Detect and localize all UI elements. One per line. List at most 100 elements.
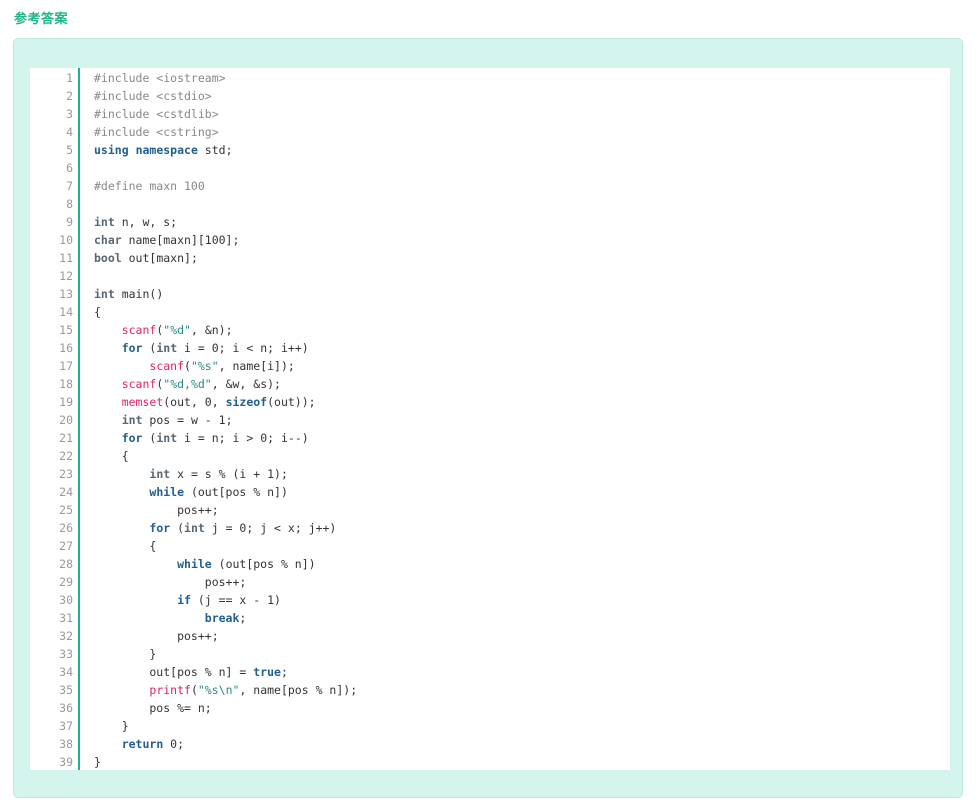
code-line: 13 int main() <box>30 285 950 303</box>
code-line: 11 bool out[maxn]; <box>30 249 950 267</box>
code-token: main() <box>114 287 164 301</box>
answer-heading: 参考答案 <box>14 12 69 27</box>
code-token: { <box>94 539 157 553</box>
line-code: #define maxn 100 <box>94 177 205 195</box>
code-token: } <box>94 719 129 733</box>
code-token: ( <box>142 431 157 445</box>
code-line: 7 #define maxn 100 <box>30 177 950 195</box>
code-line: 22 { <box>30 447 950 465</box>
line-number: 35 <box>59 683 73 697</box>
code-token: ; <box>239 611 247 625</box>
code-token: out[pos % n] = <box>94 665 254 679</box>
code-token: out[maxn]; <box>121 251 198 265</box>
code-line: 9 int n, w, s; <box>30 213 950 231</box>
code-line: 19 memset(out, 0, sizeof(out)); <box>30 393 950 411</box>
code-token: , &w, &s); <box>211 377 281 391</box>
line-code: char name[maxn][100]; <box>94 231 239 249</box>
code-token: ( <box>184 359 191 373</box>
code-line: 18 scanf("%d,%d", &w, &s); <box>30 375 950 393</box>
code-line: 33 } <box>30 645 950 663</box>
line-number: 22 <box>59 449 73 463</box>
code-token: { <box>94 305 101 319</box>
code-token: "%d,%d" <box>163 377 212 391</box>
code-line: 27 { <box>30 537 950 555</box>
code-line: 36 pos %= n; <box>30 699 950 717</box>
line-code: for (int i = n; i > 0; i--) <box>94 429 309 447</box>
line-code: if (j == x - 1) <box>94 591 281 609</box>
line-number: 24 <box>59 485 73 499</box>
line-code: break; <box>94 609 247 627</box>
code-token: i = 0; i < n; i++) <box>177 341 309 355</box>
code-line: 29 pos++; <box>30 573 950 591</box>
code-line: 10 char name[maxn][100]; <box>30 231 950 249</box>
line-code: scanf("%s", name[i]); <box>94 357 295 375</box>
code-token: if <box>177 593 191 607</box>
line-number: 19 <box>59 395 73 409</box>
line-number: 13 <box>59 287 73 301</box>
line-number: 34 <box>59 665 73 679</box>
code-line: 23 int x = s % (i + 1); <box>30 465 950 483</box>
code-token: ( <box>170 521 185 535</box>
line-code: return 0; <box>94 735 184 753</box>
line-code: #include <cstdlib> <box>94 105 219 123</box>
line-number: 12 <box>59 269 73 283</box>
line-number: 26 <box>59 521 73 535</box>
code-token: { <box>94 449 129 463</box>
line-number: 20 <box>59 413 73 427</box>
code-token: int <box>156 341 178 355</box>
line-number: 37 <box>59 719 73 733</box>
code-token: } <box>94 755 101 769</box>
line-code: { <box>94 303 101 321</box>
line-code: int main() <box>94 285 163 303</box>
line-number: 38 <box>59 737 73 751</box>
code-line: 32 pos++; <box>30 627 950 645</box>
line-code: scanf("%d", &n); <box>94 321 233 339</box>
code-line: 12 <box>30 267 950 285</box>
code-token: for <box>149 521 171 535</box>
code-token: char <box>94 233 122 247</box>
code-token: ( <box>142 341 157 355</box>
code-token: , &n); <box>190 323 233 337</box>
line-code: while (out[pos % n]) <box>94 555 316 573</box>
line-number: 9 <box>66 215 73 229</box>
code-token: (j == x - 1) <box>190 593 281 607</box>
code-line: 5 using namespace std; <box>30 141 950 159</box>
code-listing: 1 #include <iostream> 2 #include <cstdio> 3 #… <box>30 69 950 771</box>
line-code: int n, w, s; <box>94 213 177 231</box>
line-code: while (out[pos % n]) <box>94 483 287 501</box>
code-token: memset <box>121 395 164 409</box>
line-code: for (int j = 0; j < x; j++) <box>94 519 336 537</box>
code-line: 28 while (out[pos % n]) <box>30 555 950 573</box>
code-token: n, w, s; <box>114 215 178 229</box>
code-line: 21 for (int i = n; i > 0; i--) <box>30 429 950 447</box>
line-number: 5 <box>66 143 73 157</box>
code-line: 25 pos++; <box>30 501 950 519</box>
code-token: int <box>156 431 178 445</box>
line-code: { <box>94 537 156 555</box>
line-code: } <box>94 645 156 663</box>
code-token: 0; <box>163 737 185 751</box>
code-token: "%s\n" <box>197 683 240 697</box>
code-token: (out[pos % n]) <box>211 557 316 571</box>
code-line: 8 <box>30 195 950 213</box>
code-token: #define maxn 100 <box>94 179 205 193</box>
code-token: #include <cstring> <box>94 125 219 139</box>
code-token: "%s" <box>190 359 219 373</box>
line-number: 10 <box>59 233 73 247</box>
line-code: using namespace std; <box>94 141 233 159</box>
code-line: 17 scanf("%s", name[i]); <box>30 357 950 375</box>
line-code: printf("%s\n", name[pos % n]); <box>94 681 357 699</box>
line-code: #include <iostream> <box>94 69 226 87</box>
line-code: #include <cstdio> <box>94 87 212 105</box>
code-line: 26 for (int j = 0; j < x; j++) <box>30 519 950 537</box>
code-token: , name[i]); <box>218 359 295 373</box>
line-number: 29 <box>59 575 73 589</box>
